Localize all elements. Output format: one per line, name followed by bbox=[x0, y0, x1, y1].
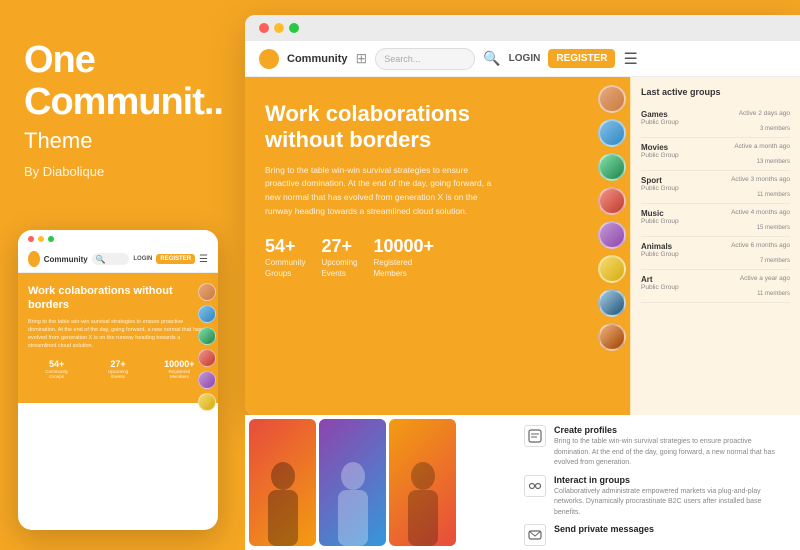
brand-title: One Communit.. Theme By Diabolique bbox=[24, 40, 216, 179]
mobile-hero-title: Work colaborations without borders bbox=[28, 285, 208, 313]
browser-logo-circle bbox=[259, 49, 279, 69]
mobile-avatar-3 bbox=[198, 327, 216, 345]
browser-dot-yellow bbox=[274, 23, 284, 33]
mobile-logo-circle bbox=[28, 251, 40, 267]
mobile-avatar-6 bbox=[198, 393, 216, 411]
mobile-community-text: Community bbox=[44, 255, 88, 264]
browser-search-placeholder: Search... bbox=[384, 54, 420, 64]
group-item-art[interactable]: Active a year ago Art Public Group 11 me… bbox=[641, 270, 790, 303]
browser-hero-title: Work colaborations without borders bbox=[265, 101, 610, 154]
browser-dot-red bbox=[259, 23, 269, 33]
browser-dot-green bbox=[289, 23, 299, 33]
person-silhouette-3 bbox=[398, 456, 448, 546]
image-strip bbox=[245, 415, 460, 550]
person-silhouette-1 bbox=[258, 456, 308, 546]
hero-title-collaborations: colaborations bbox=[326, 101, 470, 126]
feature-private-messages-text: Send private messages bbox=[554, 524, 654, 536]
browser-content: Work colaborations without borders Bring… bbox=[245, 77, 800, 415]
mobile-dot-red bbox=[28, 236, 34, 242]
mobile-hero: Work colaborations without borders Bring… bbox=[18, 273, 218, 403]
interact-groups-icon bbox=[524, 475, 546, 497]
mobile-stat-groups: 54+ CommunityGroups bbox=[28, 359, 85, 381]
mobile-login-button[interactable]: LOGIN bbox=[133, 256, 152, 262]
browser-avatar-3 bbox=[598, 153, 626, 181]
mobile-hero-avatars bbox=[198, 283, 216, 411]
hero-title-line2: without borders bbox=[265, 127, 431, 152]
browser-avatar-6 bbox=[598, 255, 626, 283]
feature-interact-groups: Interact in groups Collaboratively admin… bbox=[524, 475, 786, 519]
browser-nav: Community ⊞ Search... 🔍 LOGIN REGISTER ☰ bbox=[245, 41, 800, 77]
mobile-nav: Community 🔍 LOGIN REGISTER ☰ bbox=[18, 246, 218, 273]
browser-avatar-7 bbox=[598, 289, 626, 317]
mobile-dot-green bbox=[48, 236, 54, 242]
browser-avatar-4 bbox=[598, 187, 626, 215]
browser-hero-avatars bbox=[598, 85, 626, 351]
browser-avatar-2 bbox=[598, 119, 626, 147]
image-box-1 bbox=[249, 419, 316, 546]
browser-login-button[interactable]: LOGIN bbox=[509, 53, 541, 64]
browser-stat-groups: 54+ CommunityGroups bbox=[265, 236, 305, 279]
mobile-stat-events: 27+ UpcomingEvents bbox=[89, 359, 146, 381]
browser-stat-members: 10000+ RegisteredMembers bbox=[373, 236, 434, 279]
mobile-hero-desc: Bring to the table win-win survival stra… bbox=[28, 318, 208, 351]
mobile-menu-icon[interactable]: ☰ bbox=[199, 254, 208, 265]
image-box-3 bbox=[389, 419, 456, 546]
bottom-section: Create profiles Bring to the table win-w… bbox=[245, 415, 800, 550]
browser-search-icon[interactable]: 🔍 bbox=[483, 50, 500, 67]
mobile-mockup: Community 🔍 LOGIN REGISTER ☰ Work colabo… bbox=[18, 230, 218, 530]
create-profiles-icon bbox=[524, 425, 546, 447]
mobile-search-icon: 🔍 bbox=[96, 255, 106, 264]
browser-hero-desc: Bring to the table win-win survival stra… bbox=[265, 164, 495, 218]
feature-create-profiles-text: Create profiles Bring to the table win-w… bbox=[554, 425, 786, 469]
group-item-sport[interactable]: Active 3 months ago Sport Public Group 1… bbox=[641, 171, 790, 204]
browser-stat-events: 27+ UpcomingEvents bbox=[321, 236, 357, 279]
groups-sidebar-title: Last active groups bbox=[641, 87, 790, 97]
browser-register-button[interactable]: REGISTER bbox=[548, 49, 615, 68]
browser-search-box[interactable]: Search... bbox=[375, 48, 475, 70]
browser-top-bar bbox=[245, 15, 800, 41]
browser-nav-community: Community bbox=[287, 53, 348, 65]
browser-avatar-5 bbox=[598, 221, 626, 249]
image-box-2 bbox=[319, 419, 386, 546]
hero-title-bold: Work bbox=[265, 101, 320, 126]
browser-avatar-8 bbox=[598, 323, 626, 351]
group-item-animals[interactable]: Active 6 months ago Animals Public Group… bbox=[641, 237, 790, 270]
mobile-avatar-2 bbox=[198, 305, 216, 323]
private-messages-icon bbox=[524, 524, 546, 546]
browser-hero: Work colaborations without borders Bring… bbox=[245, 77, 630, 415]
mobile-avatar-1 bbox=[198, 283, 216, 301]
group-item-games[interactable]: Active 2 days ago Games Public Group 3 m… bbox=[641, 105, 790, 138]
browser-groups-sidebar: Last active groups Active 2 days ago Gam… bbox=[630, 77, 800, 415]
mobile-stats: 54+ CommunityGroups 27+ UpcomingEvents 1… bbox=[28, 359, 208, 381]
mobile-top-bar bbox=[18, 230, 218, 246]
feature-interact-groups-text: Interact in groups Collaboratively admin… bbox=[554, 475, 786, 519]
mobile-avatar-4 bbox=[198, 349, 216, 367]
group-item-music[interactable]: Active 4 months ago Music Public Group 1… bbox=[641, 204, 790, 237]
browser-mockup: Community ⊞ Search... 🔍 LOGIN REGISTER ☰… bbox=[245, 15, 800, 415]
left-panel: One Communit.. Theme By Diabolique Commu… bbox=[0, 0, 240, 550]
feature-items: Create profiles Bring to the table win-w… bbox=[510, 415, 800, 550]
browser-menu-icon[interactable]: ☰ bbox=[623, 49, 637, 69]
browser-stats: 54+ CommunityGroups 27+ UpcomingEvents 1… bbox=[265, 236, 610, 279]
mobile-dot-yellow bbox=[38, 236, 44, 242]
feature-private-messages: Send private messages bbox=[524, 524, 786, 546]
group-item-movies[interactable]: Active a month ago Movies Public Group 1… bbox=[641, 138, 790, 171]
browser-nav-grid-icon[interactable]: ⊞ bbox=[356, 50, 368, 67]
feature-create-profiles: Create profiles Bring to the table win-w… bbox=[524, 425, 786, 469]
mobile-search-box[interactable]: 🔍 bbox=[92, 253, 130, 265]
browser-avatar-1 bbox=[598, 85, 626, 113]
mobile-register-button[interactable]: REGISTER bbox=[156, 254, 195, 264]
mobile-avatar-5 bbox=[198, 371, 216, 389]
person-silhouette-2 bbox=[328, 456, 378, 546]
